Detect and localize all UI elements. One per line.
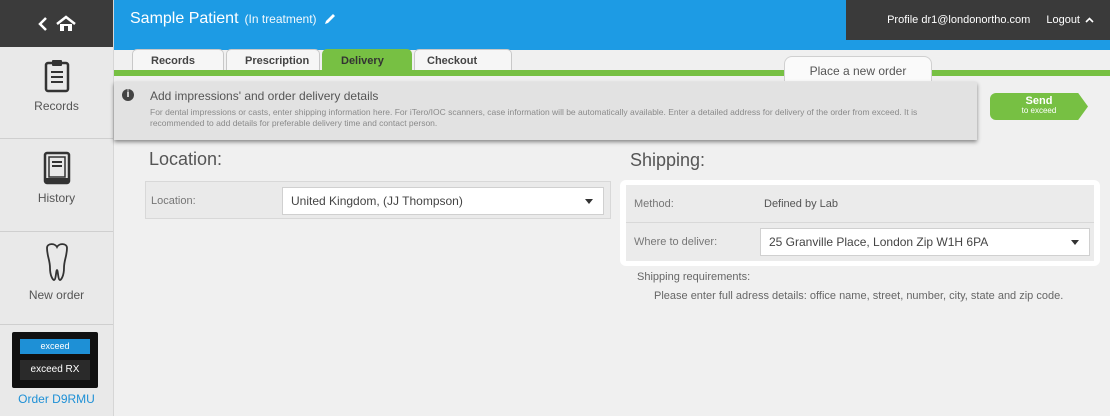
profile-link[interactable]: Profile dr1@londonortho.com <box>887 14 1030 26</box>
location-title: Location: <box>149 149 223 169</box>
sidebar-item-label: History <box>37 191 76 205</box>
back-home-button[interactable] <box>0 0 113 47</box>
sidebar-item-history[interactable]: History <box>0 139 113 232</box>
deliver-value: 25 Granville Place, London Zip W1H 6PA <box>769 235 989 249</box>
logout-button[interactable]: Logout <box>1046 14 1094 26</box>
shipping-title: Shipping: <box>630 150 706 170</box>
tab-prescription[interactable]: Prescription <box>226 49 320 70</box>
tab-records[interactable]: Records <box>132 49 224 70</box>
chevron-left-icon <box>37 16 47 31</box>
info-icon: i <box>122 89 134 101</box>
divider <box>626 222 1094 223</box>
send-button[interactable]: Send to exceed <box>990 93 1088 120</box>
tab-label: Records <box>151 55 196 67</box>
header-bar: Sample Patient (In treatment) Profile dr… <box>114 0 1110 50</box>
pencil-icon[interactable] <box>323 12 337 26</box>
info-text: For dental impressions or casts, enter s… <box>150 107 918 128</box>
requirements-text: Please enter full adress details: office… <box>654 290 1064 302</box>
home-icon <box>55 14 76 31</box>
location-field: Location: United Kingdom, (JJ Thompson) <box>145 181 611 219</box>
sidebar-item-label: New order <box>28 288 85 302</box>
clipboard-icon <box>44 60 69 93</box>
tab-checkout[interactable]: Checkout <box>414 49 512 70</box>
place-order-tab[interactable]: Place a new order <box>784 56 932 81</box>
sidebar: Records History New order exceed exceed … <box>0 0 114 416</box>
send-sublabel: to exceed <box>1021 106 1057 115</box>
profile-bar: Profile dr1@londonortho.com Logout <box>846 0 1110 40</box>
tab-underline <box>114 70 1110 76</box>
info-banner: i Add impressions' and order delivery de… <box>114 82 977 140</box>
location-label: Location: <box>151 195 196 207</box>
patient-name: Sample Patient <box>130 10 239 27</box>
deliver-select[interactable]: 25 Granville Place, London Zip W1H 6PA <box>760 228 1090 256</box>
order-id: Order D9RMU <box>18 392 95 406</box>
patient-title: Sample Patient (In treatment) <box>130 10 337 28</box>
patient-status: (In treatment) <box>244 12 317 26</box>
exceed-logo: exceed exceed RX <box>12 332 98 388</box>
tab-label: Delivery <box>341 55 384 67</box>
sidebar-item-new-order[interactable]: New order <box>0 232 113 325</box>
tab-label: Checkout <box>427 55 478 67</box>
location-select[interactable]: United Kingdom, (JJ Thompson) <box>282 187 604 215</box>
caret-down-icon <box>1071 240 1079 245</box>
logout-label: Logout <box>1046 14 1080 26</box>
tab-delivery[interactable]: Delivery <box>322 49 412 70</box>
logo-bottom-text: exceed RX <box>20 360 90 380</box>
tab-label: Prescription <box>245 55 310 67</box>
sidebar-item-label: Records <box>34 99 79 113</box>
shipping-fields: Method: Defined by Lab Where to deliver:… <box>626 185 1094 261</box>
deliver-label: Where to deliver: <box>634 236 718 248</box>
caret-down-icon <box>585 199 593 204</box>
requirements-label: Shipping requirements: <box>637 271 751 283</box>
method-label: Method: <box>634 198 674 210</box>
info-title: Add impressions' and order delivery deta… <box>150 89 379 103</box>
tooth-icon <box>45 243 68 281</box>
sidebar-item-records[interactable]: Records <box>0 55 113 139</box>
chevron-up-icon <box>1085 17 1094 23</box>
method-value: Defined by Lab <box>764 198 838 210</box>
location-value: United Kingdom, (JJ Thompson) <box>291 194 463 208</box>
logo-top-text: exceed <box>20 339 90 354</box>
book-icon <box>43 151 70 185</box>
shipping-panel: Method: Defined by Lab Where to deliver:… <box>620 180 1100 266</box>
